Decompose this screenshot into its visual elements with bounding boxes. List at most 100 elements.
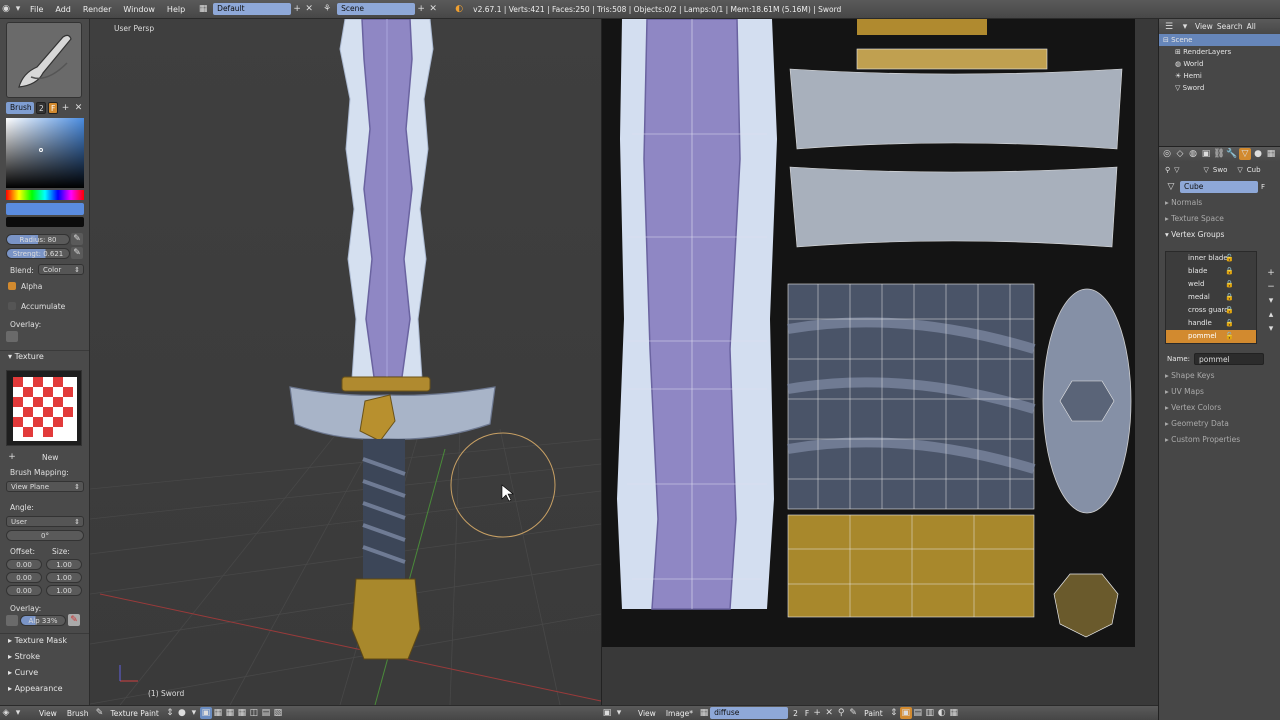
pin-icon[interactable]: ⚲ [1165,166,1170,174]
menu-add[interactable]: Add [49,5,77,14]
add-scene-icon[interactable]: + [415,3,427,15]
angle-mode-dropdown[interactable]: User ⇕ [6,516,84,527]
radius-pressure-icon[interactable]: ✎ [71,233,83,245]
screen-layout-icon[interactable]: ▦ [197,3,209,15]
face-mask-icon[interactable]: ▣ [199,707,212,719]
curve-section[interactable]: ▸ Curve [8,668,38,677]
move-up-icon[interactable]: ▴ [1265,309,1277,321]
alpha-display-icon[interactable]: ▥ [924,707,936,719]
hue-slider[interactable] [6,190,84,200]
mesh-fake-user-toggle[interactable]: F [1261,183,1265,191]
lock-icon[interactable]: 🔒 [1225,278,1234,291]
list-item-selected[interactable]: pommel 🔓 [1166,330,1256,343]
remove-layout-icon[interactable]: ✕ [303,3,315,15]
offset-y-field[interactable]: 0.00 [6,572,42,583]
outliner-item-hemi[interactable]: ☀ Hemi [1159,70,1280,82]
brush-users-count[interactable]: 2 [36,101,46,114]
overlay2-toggle[interactable] [6,615,18,626]
strength-pressure-icon[interactable]: ✎ [71,247,83,259]
menu-window[interactable]: Window [117,5,161,14]
image-view-menu[interactable]: View [633,709,661,718]
size-z-field[interactable]: 1.00 [46,585,82,596]
viewport-brush-menu[interactable]: Brush [62,709,94,718]
list-item[interactable]: weld 🔒 [1166,278,1256,291]
lock-icon[interactable]: 🔓 [1225,330,1234,343]
overlay-alpha-slider[interactable]: Alp 33% [20,615,66,626]
image-fake-user-toggle[interactable]: F [803,709,811,718]
outliner-view-menu[interactable]: View [1195,22,1213,31]
data-tab-icon[interactable]: ▽ [1239,148,1251,160]
snapshot-icon[interactable]: ▤ [260,707,272,719]
outliner-editor-icon[interactable]: ☰ [1163,21,1175,33]
texture-paint-mode-icon[interactable]: ✎ [93,707,105,719]
overlay-toggle[interactable] [6,331,18,342]
add-vertex-group-icon[interactable]: + [1265,267,1277,279]
outliner-collapse-icon[interactable]: ▾ [1179,21,1191,33]
scene-field[interactable]: Scene [337,3,416,15]
channel-display-icon[interactable]: ▤ [912,707,924,719]
add-brush-icon[interactable]: + [60,102,71,114]
add-layout-icon[interactable]: + [291,3,303,15]
add-texture-icon[interactable]: + [6,451,18,463]
stroke-section[interactable]: ▸ Stroke [8,652,40,661]
texture-space-section[interactable]: ▸ Texture Space [1159,211,1280,227]
header-collapse-icon[interactable]: ▾ [613,707,625,719]
mesh-name-field[interactable]: Cube [1180,181,1258,193]
outliner-all-menu[interactable]: All [1247,22,1256,31]
vertex-group-specials-icon[interactable]: ▾ [1265,295,1277,307]
render-tab-icon[interactable]: ◎ [1161,148,1173,160]
geometry-data-section[interactable]: ▸ Geometry Data [1159,416,1280,432]
color-channel-icon[interactable]: ◐ [936,707,948,719]
layer-grid-icon[interactable]: ▦ [236,707,248,719]
texture-mask-section[interactable]: ▸ Texture Mask [8,636,67,645]
layer-grid-icon[interactable]: ▦ [224,707,236,719]
image-mode-icon[interactable]: ✎ [847,707,859,719]
menu-render[interactable]: Render [77,5,117,14]
unlink-image-icon[interactable]: ✕ [823,707,835,719]
brush-fake-user-toggle[interactable]: F [48,101,58,114]
new-texture-button[interactable]: New [42,453,58,462]
3d-view-editor-icon[interactable]: ◈ [0,707,12,719]
render-slot-icon[interactable]: ▦ [948,707,960,719]
uv-sync-icon[interactable]: ▣ [899,707,912,719]
blend-mode-dropdown[interactable]: Color ⇕ [38,264,84,275]
brush-preview[interactable] [6,22,82,98]
texture-preview[interactable] [6,370,82,446]
move-down-icon[interactable]: ▾ [1265,323,1277,335]
brush-mapping-dropdown[interactable]: View Plane ⇕ [6,481,84,492]
normals-section[interactable]: ▸ Normals [1159,195,1280,211]
eyedropper-icon[interactable]: ✎ [68,614,80,626]
constraints-tab-icon[interactable]: ⛓ [1213,148,1225,160]
render-preview-icon[interactable]: ◫ [248,707,260,719]
shape-keys-section[interactable]: ▸ Shape Keys [1159,368,1280,384]
outliner-item-scene[interactable]: ⊟ Scene [1159,34,1280,46]
outliner-item-renderlayers[interactable]: ⊞ RenderLayers [1159,46,1280,58]
outliner-search-menu[interactable]: Search [1217,22,1243,31]
image-mode-dropdown[interactable]: Paint [859,709,888,718]
size-y-field[interactable]: 1.00 [46,572,82,583]
list-item[interactable]: handle 🔒 [1166,317,1256,330]
image-browse-icon[interactable]: ▦ [698,707,710,719]
lock-icon[interactable]: 🔒 [1225,291,1234,304]
list-item[interactable]: medal 🔒 [1166,291,1256,304]
menu-file[interactable]: File [24,5,49,14]
screen-layout-field[interactable]: Default [213,3,292,15]
list-item[interactable]: inner blade 🔓 [1166,252,1256,265]
render-opengl-icon[interactable]: ▧ [272,707,284,719]
viewport-view-menu[interactable]: View [34,709,62,718]
brush-name-field[interactable]: Brush [6,101,34,114]
offset-z-field[interactable]: 0.00 [6,585,42,596]
appearance-section[interactable]: ▸ Appearance [8,684,63,693]
image-menu[interactable]: Image* [661,709,698,718]
layer-grid-icon[interactable]: ▦ [212,707,224,719]
list-item[interactable]: blade 🔒 [1166,265,1256,278]
vertex-group-name-field[interactable]: pommel [1194,353,1265,365]
menu-help[interactable]: Help [161,5,191,14]
lock-icon[interactable]: 🔒 [1225,317,1234,330]
lock-icon[interactable]: 🔒 [1225,304,1234,317]
alpha-checkbox[interactable] [8,282,16,290]
unlink-brush-icon[interactable]: ✕ [73,102,84,114]
3d-viewport[interactable]: User Persp (1) Sword [90,19,601,705]
modifiers-tab-icon[interactable]: 🔧 [1226,148,1238,160]
primary-color-swatch[interactable] [6,203,84,215]
